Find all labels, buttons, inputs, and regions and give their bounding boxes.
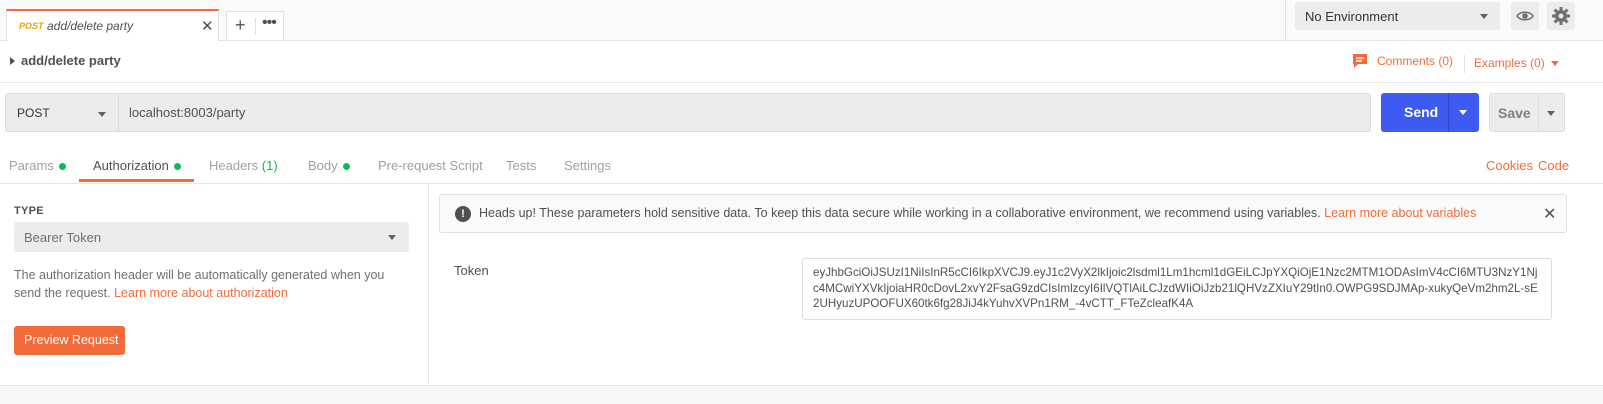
divider — [255, 18, 256, 35]
footer-strip — [0, 385, 1603, 404]
tab-params-label: Params — [9, 158, 54, 173]
url-input[interactable] — [119, 93, 1371, 132]
headers-count: (1) — [261, 158, 278, 173]
tab-controls: + ••• — [226, 11, 284, 40]
examples-button[interactable]: Examples (0) — [1474, 56, 1559, 70]
eye-icon — [1516, 11, 1534, 21]
sensitive-data-banner: ! Heads up! These parameters hold sensit… — [439, 194, 1567, 233]
status-dot — [173, 163, 181, 171]
tab-tests[interactable]: Tests — [506, 158, 536, 173]
request-subtabs: Params Authorization Headers (1) Body Pr… — [0, 146, 1603, 184]
auth-type-value: Bearer Token — [24, 230, 102, 245]
status-dot — [342, 163, 350, 171]
plus-icon[interactable]: + — [235, 15, 246, 36]
learn-more-authorization-link[interactable]: Learn more about authorization — [114, 286, 288, 300]
status-dot — [58, 163, 66, 171]
chevron-down-icon[interactable] — [1547, 111, 1555, 116]
token-label: Token — [454, 263, 489, 278]
send-button[interactable]: Send — [1381, 93, 1479, 132]
environment-select[interactable]: No Environment — [1295, 2, 1500, 30]
auth-description: The authorization header will be automat… — [14, 266, 404, 302]
preview-request-label: Preview Request — [24, 333, 119, 347]
chevron-down-icon — [98, 112, 106, 117]
comment-icon — [1353, 54, 1367, 68]
cookies-link[interactable]: Cookies — [1486, 158, 1533, 173]
preview-request-button[interactable]: Preview Request — [14, 326, 125, 355]
method-select[interactable]: POST — [5, 93, 119, 132]
environment-quick-look-button[interactable] — [1511, 2, 1539, 30]
settings-button[interactable] — [1547, 2, 1575, 30]
divider — [1285, 0, 1286, 41]
auth-type-pane: TYPE Bearer Token The authorization head… — [0, 184, 429, 385]
close-icon[interactable]: ✕ — [1543, 204, 1556, 224]
tab-pre-request-script[interactable]: Pre-request Script — [378, 158, 483, 173]
tab-settings[interactable]: Settings — [564, 158, 611, 173]
token-input[interactable]: eyJhbGciOiJSUzI1NiIsInR5cCI6IkpXVCJ9.eyJ… — [802, 258, 1552, 320]
learn-more-variables-link[interactable]: Learn more about variables — [1324, 206, 1476, 220]
tab-bar: POST add/delete party ✕ + ••• No Environ… — [0, 0, 1603, 41]
tab-headers-label: Headers — [209, 158, 259, 173]
tab-tests-label: Tests — [506, 158, 537, 173]
banner-message: Heads up! These parameters hold sensitiv… — [479, 206, 1321, 220]
chevron-down-icon[interactable] — [1459, 110, 1467, 115]
alert-icon: ! — [455, 206, 471, 222]
divider — [1464, 55, 1465, 73]
tab-authorization-label: Authorization — [93, 158, 169, 173]
auth-type-select[interactable]: Bearer Token — [14, 222, 409, 252]
token-value: eyJhbGciOiJSUzI1NiIsInR5cCI6IkpXVCJ9.eyJ… — [813, 266, 1538, 310]
gear-icon — [1552, 7, 1570, 25]
tab-body[interactable]: Body — [308, 158, 350, 173]
request-title[interactable]: add/delete party — [21, 53, 121, 68]
type-label: TYPE — [14, 205, 44, 217]
divider — [1538, 94, 1539, 131]
tab-method-badge: POST — [19, 21, 44, 31]
send-label: Send — [1404, 104, 1439, 120]
close-icon[interactable]: ✕ — [201, 17, 214, 35]
tab-settings-label: Settings — [564, 158, 611, 173]
tab-authorization[interactable]: Authorization — [93, 158, 181, 173]
examples-label: Examples (0) — [1474, 56, 1545, 70]
banner-text: Heads up! These parameters hold sensitiv… — [479, 206, 1476, 220]
save-button[interactable]: Save — [1489, 93, 1565, 132]
save-label: Save — [1498, 105, 1531, 121]
tab-params[interactable]: Params — [9, 158, 66, 173]
environment-label: No Environment — [1305, 9, 1399, 24]
tab-headers[interactable]: Headers (1) — [209, 158, 278, 173]
comments-label: Comments (0) — [1377, 54, 1454, 68]
chevron-down-icon — [1480, 14, 1488, 19]
caret-right-icon[interactable] — [10, 57, 15, 65]
tab-name: add/delete party — [47, 19, 134, 33]
tab-prerequest-label: Pre-request Script — [378, 158, 483, 173]
chevron-down-icon — [388, 235, 396, 240]
request-tab[interactable]: POST add/delete party ✕ — [6, 9, 219, 41]
active-tab-indicator — [79, 179, 194, 182]
comments-button[interactable]: Comments (0) — [1352, 53, 1453, 69]
tab-body-label: Body — [308, 158, 338, 173]
more-icon[interactable]: ••• — [262, 14, 277, 32]
divider — [1448, 93, 1449, 132]
chevron-down-icon — [1550, 61, 1559, 67]
code-link[interactable]: Code — [1538, 158, 1569, 173]
method-label: POST — [17, 106, 50, 120]
request-name-row: add/delete party Comments (0) Examples (… — [0, 41, 1603, 83]
